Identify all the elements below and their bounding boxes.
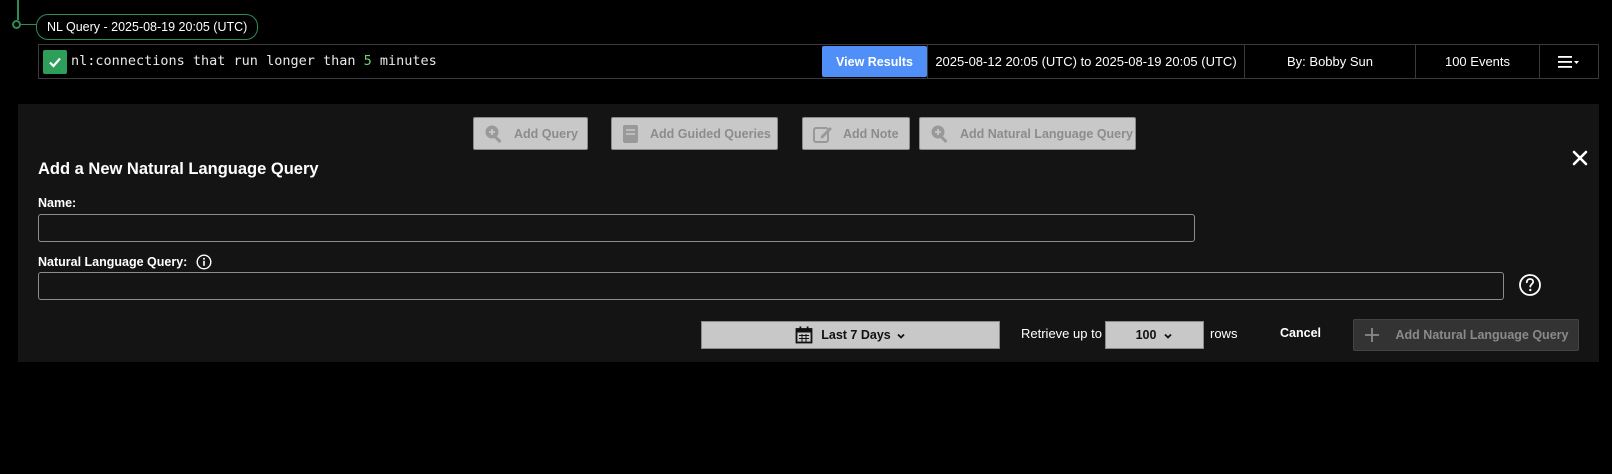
help-icon[interactable] xyxy=(1518,273,1542,297)
add-query-label: Add Query xyxy=(514,126,578,141)
form-title: Add a New Natural Language Query xyxy=(38,160,319,178)
calendar-icon xyxy=(795,326,813,344)
query-author: By: Bobby Sun xyxy=(1244,45,1415,78)
query-date-range: 2025-08-12 20:05 (UTC) to 2025-08-19 20:… xyxy=(927,45,1244,78)
timeline-node-icon xyxy=(12,20,21,29)
chevron-down-icon xyxy=(1163,330,1173,340)
zoom-plus-icon xyxy=(484,123,504,145)
zoom-plus-icon xyxy=(930,123,950,145)
add-note-button[interactable]: Add Note xyxy=(802,117,910,150)
timeline-connector xyxy=(21,24,37,25)
query-suffix: minutes xyxy=(371,53,437,69)
name-input[interactable] xyxy=(38,214,1195,242)
row-limit-value: 100 xyxy=(1135,328,1157,342)
retrieve-label: Retrieve up to xyxy=(1021,326,1102,341)
chevron-down-icon xyxy=(896,330,906,340)
nlq-label: Natural Language Query: xyxy=(38,255,188,269)
add-guided-queries-button[interactable]: Add Guided Queries xyxy=(611,117,778,150)
cancel-button[interactable]: Cancel xyxy=(1280,326,1321,340)
name-label: Name: xyxy=(38,196,77,210)
query-prefix: nl:connections that run longer than xyxy=(71,53,364,69)
edit-note-icon xyxy=(813,123,833,145)
add-query-button[interactable]: Add Query xyxy=(473,117,588,150)
checkmark-icon[interactable] xyxy=(43,50,67,74)
query-text: nl:connections that run longer than 5 mi… xyxy=(71,45,822,78)
timeline-line xyxy=(17,0,19,20)
time-range-label: Last 7 Days xyxy=(821,328,891,342)
add-nl-query-label: Add Natural Language Query xyxy=(960,126,1133,141)
nlq-input[interactable] xyxy=(38,272,1504,300)
query-number: 5 xyxy=(363,53,372,69)
book-icon xyxy=(622,123,640,145)
add-natural-language-query-button[interactable]: Add Natural Language Query xyxy=(919,117,1136,150)
row-limit-select[interactable]: 100 xyxy=(1105,321,1204,349)
add-guided-queries-label: Add Guided Queries xyxy=(650,126,771,141)
submit-label: Add Natural Language Query xyxy=(1395,328,1569,342)
hamburger-menu-icon[interactable] xyxy=(1539,45,1598,78)
add-note-label: Add Note xyxy=(843,126,899,141)
view-results-button[interactable]: View Results xyxy=(822,46,927,77)
time-range-dropdown[interactable]: Last 7 Days xyxy=(701,321,1000,349)
nlq-label-row: Natural Language Query: xyxy=(38,254,212,270)
submit-nl-query-button[interactable]: Add Natural Language Query xyxy=(1353,319,1579,351)
close-icon[interactable] xyxy=(1570,148,1590,168)
rows-label: rows xyxy=(1210,326,1238,341)
plus-icon xyxy=(1364,327,1380,343)
query-title-chip[interactable]: NL Query - 2025-08-19 20:05 (UTC) xyxy=(36,14,259,40)
info-icon[interactable] xyxy=(196,254,212,270)
event-count: 100 Events xyxy=(1415,45,1539,78)
query-row: nl:connections that run longer than 5 mi… xyxy=(38,44,1599,79)
